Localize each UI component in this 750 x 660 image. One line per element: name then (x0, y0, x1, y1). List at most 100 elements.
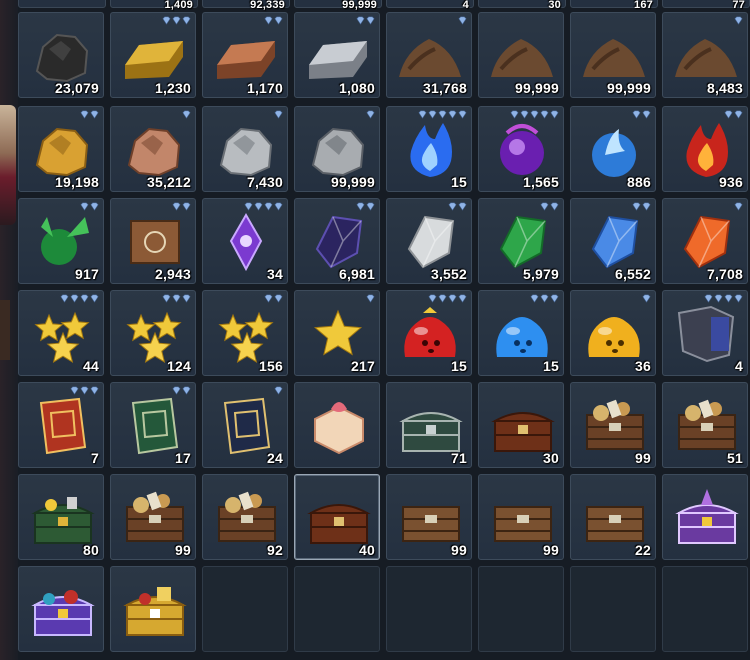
inventory-slot[interactable]: 1,230 (110, 12, 196, 98)
dirt-pile-icon (399, 39, 461, 77)
diamond-icon (90, 294, 99, 303)
inventory-slot[interactable]: 99,999 (570, 12, 656, 98)
rarity-gems (70, 386, 99, 396)
diamond-icon (418, 110, 427, 119)
plain-crate-icon (586, 506, 644, 542)
inventory-slot[interactable]: 99 (110, 474, 196, 560)
inventory-slot[interactable]: 44 (18, 290, 104, 376)
partial-top-slot[interactable] (18, 0, 106, 8)
partial-top-slot[interactable]: 99,999 (294, 0, 382, 11)
inventory-slot[interactable] (18, 566, 104, 652)
partial-top-slot[interactable]: 4 (386, 0, 474, 11)
item-quantity: 6,981 (338, 266, 375, 282)
inventory-slot[interactable]: 31,768 (386, 12, 472, 98)
copper-ingot-icon (217, 41, 275, 79)
inventory-slot[interactable]: 36 (570, 290, 656, 376)
inventory-slot[interactable]: 92 (202, 474, 288, 560)
inventory-slot[interactable]: 124 (110, 290, 196, 376)
inventory-slot[interactable]: 7,430 (202, 106, 288, 192)
diamond-icon (458, 294, 467, 303)
inventory-slot[interactable]: 7,708 (662, 198, 748, 284)
inventory-slot[interactable]: 15 (386, 106, 472, 192)
inventory-slot[interactable]: 71 (386, 382, 472, 468)
partial-qty: 92,339 (250, 0, 285, 11)
diamond-icon (530, 294, 539, 303)
inventory-slot[interactable]: 886 (570, 106, 656, 192)
character-figure (0, 105, 16, 225)
partial-top-slot[interactable]: 77 (662, 0, 750, 11)
inventory-slot[interactable]: 99 (478, 474, 564, 560)
empty-inventory-slot[interactable] (202, 566, 288, 652)
inventory-slot[interactable]: 99,999 (294, 106, 380, 192)
inventory-slot[interactable]: 1,170 (202, 12, 288, 98)
diamond-icon (80, 386, 89, 395)
diamond-icon (182, 386, 191, 395)
inventory-slot[interactable]: 1,565 (478, 106, 564, 192)
partial-top-slot[interactable]: 167 (570, 0, 658, 11)
inventory-slot[interactable]: 936 (662, 106, 748, 192)
inventory-slot[interactable]: 917 (18, 198, 104, 284)
item-quantity: 34 (267, 266, 283, 282)
inventory-slot[interactable]: 24 (202, 382, 288, 468)
inventory-slot[interactable]: 2,943 (110, 198, 196, 284)
item-quantity: 2,943 (154, 266, 191, 282)
item-quantity: 40 (359, 542, 375, 558)
inventory-slot[interactable]: 156 (202, 290, 288, 376)
item-quantity: 156 (259, 358, 283, 374)
rarity-gems (418, 110, 467, 120)
empty-inventory-slot[interactable] (294, 566, 380, 652)
partial-qty: 4 (462, 0, 469, 11)
inventory-slot[interactable]: 22 (570, 474, 656, 560)
partial-top-slot[interactable]: 92,339 (202, 0, 290, 11)
partial-top-slot[interactable]: 1,409 (110, 0, 198, 11)
inventory-slot[interactable]: 6,552 (570, 198, 656, 284)
rarity-gems (724, 110, 743, 120)
inventory-slot[interactable]: 8,483 (662, 12, 748, 98)
inventory-slot[interactable]: 99,999 (478, 12, 564, 98)
diamond-icon (428, 110, 437, 119)
white-gem-icon (407, 215, 455, 269)
scroll-icon (130, 220, 180, 264)
inventory-slot[interactable]: 19,198 (18, 106, 104, 192)
inventory-slot[interactable]: 30 (478, 382, 564, 468)
inventory-slot[interactable]: 15 (386, 290, 472, 376)
inventory-slot[interactable] (110, 566, 196, 652)
empty-inventory-slot[interactable] (386, 566, 472, 652)
inventory-slot[interactable]: 23,079 (18, 12, 104, 98)
inventory-slot[interactable]: 217 (294, 290, 380, 376)
rarity-gems (356, 202, 375, 212)
silver-ore-icon (219, 127, 273, 177)
inventory-slot[interactable]: 99 (386, 474, 472, 560)
item-quantity: 3,552 (430, 266, 467, 282)
yellow-slime-icon (588, 317, 640, 357)
inventory-slot[interactable]: 17 (110, 382, 196, 468)
inventory-slot[interactable]: 35,212 (110, 106, 196, 192)
inventory-slot[interactable]: 99 (570, 382, 656, 468)
inventory-slot[interactable]: 1,080 (294, 12, 380, 98)
inventory-slot[interactable] (662, 474, 748, 560)
inventory-slot[interactable]: 3,552 (386, 198, 472, 284)
inventory-slot[interactable]: 6,981 (294, 198, 380, 284)
empty-inventory-slot[interactable] (570, 566, 656, 652)
red-flame-icon (686, 123, 728, 177)
inventory-slot[interactable]: 7 (18, 382, 104, 468)
partial-qty: 30 (548, 0, 561, 11)
diamond-icon (182, 294, 191, 303)
inventory-slot[interactable] (294, 382, 380, 468)
item-quantity: 30 (543, 450, 559, 466)
dark-gem-icon (315, 215, 363, 269)
diamond-icon (366, 294, 375, 303)
inventory-slot[interactable]: 80 (18, 474, 104, 560)
partial-top-slot[interactable]: 30 (478, 0, 566, 11)
inventory-slot[interactable]: 5,979 (478, 198, 564, 284)
inventory-slot[interactable]: 15 (478, 290, 564, 376)
empty-inventory-slot[interactable] (662, 566, 748, 652)
diamond-icon (734, 202, 743, 211)
inventory-slot[interactable]: 51 (662, 382, 748, 468)
item-quantity: 5,979 (522, 266, 559, 282)
inventory-slot[interactable]: 34 (202, 198, 288, 284)
inventory-slot[interactable]: 40 (294, 474, 380, 560)
empty-inventory-slot[interactable] (478, 566, 564, 652)
diamond-icon (366, 16, 375, 25)
inventory-slot[interactable]: 4 (662, 290, 748, 376)
